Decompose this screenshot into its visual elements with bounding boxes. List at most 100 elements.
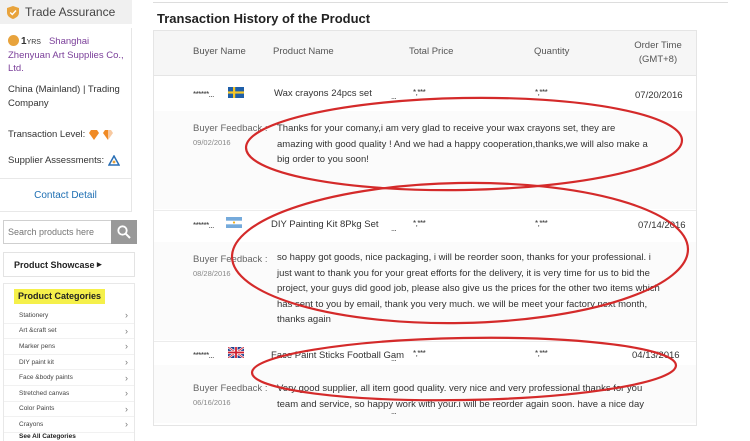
order-date: 07/20/2016	[635, 90, 683, 101]
feedback-line: big order to you soon!	[277, 154, 369, 165]
search-button[interactable]	[111, 220, 137, 244]
diamond-icon	[89, 129, 100, 140]
product-categories-title: Product Categories	[14, 289, 106, 304]
category-item-stretched-canvas[interactable]: Stretched canvas ›	[4, 386, 134, 402]
product-search	[3, 220, 137, 244]
caret-right-icon: ▸	[97, 259, 102, 269]
search-icon	[117, 225, 131, 239]
row-dots: ...	[391, 92, 397, 101]
page: Trade Assurance 1YRS Shanghai Zhenyuan Ar…	[0, 0, 750, 441]
supplier-years-unit: YRS	[26, 39, 41, 46]
feedback-text: Very good supplier, all item good qualit…	[277, 381, 644, 412]
diamond-half-icon	[103, 129, 114, 140]
category-item-face-body-paints[interactable]: Face &body paints ›	[4, 370, 134, 386]
chevron-right-icon: ›	[125, 388, 128, 399]
column-header-buyer: Buyer Name	[193, 46, 246, 57]
trade-assurance-label: Trade Assurance	[25, 5, 116, 19]
product-showcase[interactable]: Product Showcase ▸	[3, 252, 135, 277]
feedback-line: project, your guys did good job, please …	[277, 283, 660, 294]
feedback-date: 09/02/2016	[193, 138, 231, 147]
product-categories: Product Categories Stationery › Art &craf…	[3, 283, 135, 441]
product-name-link[interactable]: Face Paint Sticks Football Gam	[271, 350, 404, 361]
supplier-assessments: Supplier Assessments:	[8, 155, 121, 166]
supplier-sidebar: Trade Assurance 1YRS Shanghai Zhenyuan Ar…	[0, 0, 138, 441]
total-price: *,***	[413, 349, 426, 358]
feedback-line: has sent to you by email, thank you very…	[277, 298, 648, 310]
category-label: Stretched canvas	[19, 389, 70, 397]
category-label: Art &craft set	[19, 327, 57, 335]
category-item-marker-pens[interactable]: Marker pens ›	[4, 339, 134, 355]
chevron-right-icon: ›	[125, 310, 128, 321]
table-row: ******... Face Paint Sticks Football Gam…	[154, 343, 696, 425]
column-header-price: Total Price	[409, 46, 454, 57]
see-all-categories-link[interactable]: See All Categories	[19, 433, 76, 440]
product-name-link[interactable]: Wax crayons 24pcs set	[274, 88, 372, 99]
chevron-right-icon: ›	[125, 403, 128, 414]
category-item-art-craft-set[interactable]: Art &craft set ›	[4, 324, 134, 340]
supplier-info: 1YRS Shanghai Zhenyuan Art Supplies Co., …	[0, 28, 132, 194]
feedback-line: thanks again	[277, 314, 331, 325]
product-name-link[interactable]: DIY Painting Kit 8Pkg Set	[271, 219, 379, 230]
category-label: Face &body paints	[19, 374, 73, 382]
category-item-diy-paint-kit[interactable]: DIY paint kit ›	[4, 355, 134, 371]
buyer-name: ******...	[193, 221, 214, 230]
feedback-label: Buyer Feedback :	[193, 123, 268, 134]
search-input[interactable]	[3, 220, 111, 244]
chevron-right-icon: ›	[125, 341, 128, 352]
total-price: *,***	[413, 219, 426, 228]
feedback-line: so happy got goods, nice packaging, i wi…	[277, 252, 651, 263]
transaction-level: Transaction Level:	[8, 129, 114, 140]
transaction-level-label: Transaction Level:	[8, 129, 86, 140]
supplier-years-number: 1	[21, 36, 27, 47]
column-header-order-time: Order Time (GMT+8)	[628, 39, 688, 67]
total-price: *,***	[413, 88, 426, 97]
sweden-flag-icon	[228, 87, 244, 98]
feedback-label: Buyer Feedback :	[193, 383, 268, 394]
category-item-stationery[interactable]: Stationery ›	[4, 308, 134, 324]
top-divider	[153, 2, 728, 3]
order-time-label: Order Time	[634, 40, 682, 51]
category-item-crayons[interactable]: Crayons ›	[4, 417, 134, 433]
united-kingdom-flag-icon	[228, 347, 244, 358]
row-divider	[154, 341, 696, 342]
feedback-date: 06/16/2016	[193, 398, 231, 407]
contact-detail-link[interactable]: Contact Detail	[0, 178, 132, 212]
feedback-line: team and service, so happy work with you…	[277, 398, 645, 410]
category-label: DIY paint kit	[19, 358, 54, 366]
quantity: *,***	[535, 219, 548, 228]
table-header: Buyer Name Product Name Total Price Quan…	[154, 31, 696, 76]
feedback-line: Thanks for your comany,i am very glad to…	[277, 123, 616, 134]
column-header-product: Product Name	[273, 46, 334, 57]
order-time-timezone: (GMT+8)	[638, 54, 678, 65]
assessment-icon[interactable]	[108, 155, 121, 166]
page-title: Transaction History of the Product	[157, 11, 371, 26]
feedback-line: amazing with good quality ! And we had a…	[277, 138, 648, 150]
table-bottom-dots: ...	[391, 407, 397, 416]
buyer-name: ******...	[193, 351, 214, 360]
category-label: Crayons	[19, 420, 44, 428]
category-label: Color Paints	[19, 405, 55, 413]
transaction-table: Buyer Name Product Name Total Price Quan…	[153, 30, 697, 426]
supplier-location: China (Mainland) | Trading Company	[8, 84, 120, 109]
feedback-text: so happy got goods, nice packaging, i wi…	[277, 250, 660, 328]
table-row: ******... Wax crayons 24pcs set ... *,**…	[154, 77, 696, 211]
shield-icon	[7, 5, 19, 19]
column-header-quantity: Quantity	[534, 46, 570, 57]
trade-assurance-bar[interactable]: Trade Assurance	[0, 0, 132, 24]
category-item-color-paints[interactable]: Color Paints ›	[4, 402, 134, 418]
gold-supplier-icon	[8, 35, 19, 46]
feedback-line: just want to thank you for your great ef…	[277, 267, 650, 279]
chevron-right-icon: ›	[125, 357, 128, 368]
table-row: ******... DIY Painting Kit 8Pkg Set ... …	[154, 212, 696, 342]
chevron-right-icon: ›	[125, 372, 128, 383]
order-date: 04/13/2016	[632, 350, 680, 361]
quantity: *,***	[535, 88, 548, 97]
feedback-label: Buyer Feedback :	[193, 254, 268, 265]
chevron-right-icon: ›	[125, 419, 128, 430]
quantity: *,***	[535, 349, 548, 358]
feedback-date: 08/28/2016	[193, 269, 231, 278]
row-dots: ...	[391, 224, 397, 233]
product-showcase-label: Product Showcase	[14, 259, 95, 270]
buyer-name: ******...	[193, 90, 214, 99]
supplier-assessments-label: Supplier Assessments:	[8, 155, 105, 166]
